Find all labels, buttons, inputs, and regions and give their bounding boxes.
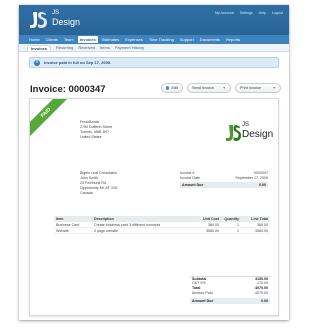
subtab-items[interactable]: Items (100, 45, 110, 50)
paid-ribbon: PAID (30, 99, 71, 138)
logo-text: JS Design (52, 10, 80, 27)
app-header: JS Design My Account Settings Help Logou… (19, 5, 289, 35)
tab-clients[interactable]: Clients (44, 36, 60, 43)
send-label: Send Invoice (192, 86, 214, 90)
main-nav: Home Clients Team Invoices Estimates Exp… (19, 35, 289, 44)
link-logout[interactable]: Logout (272, 11, 283, 15)
edit-button[interactable]: Edit (161, 83, 183, 93)
paid-notice: i Invoice paid in full on Sep 17, 2009. (29, 57, 279, 68)
table-row: Website 3 page website 3580.00 1 3580.00 (54, 228, 270, 234)
invoice-actions: Edit Send Invoice ▼ Print Invoice ▼ (161, 83, 281, 93)
tab-home[interactable]: Home (27, 36, 42, 43)
cell-item: Website (56, 229, 69, 233)
brand-text-small: JS (242, 122, 250, 128)
client-line: Canada (80, 191, 93, 195)
logo-text-big: Design (52, 17, 81, 27)
tab-support[interactable]: Support (178, 36, 196, 43)
edit-label: Edit (171, 86, 178, 90)
js-design-mark-icon (226, 125, 241, 141)
print-label: Print Invoice (240, 86, 261, 90)
invoice-date-label: Invoice Date (180, 176, 200, 180)
cell-quantity: 1 (237, 223, 239, 227)
amount-due-row: Amount Due 0.00 (180, 182, 268, 188)
totals-amount-due-label: Amount Due (192, 299, 214, 303)
subtab-received[interactable]: Received (78, 45, 95, 50)
chevron-down-icon: ▼ (222, 86, 226, 90)
send-invoice-button[interactable]: Send Invoice ▼ (187, 83, 231, 93)
cell-quantity: 1 (237, 229, 239, 233)
page-title: Invoice: 0000347 (30, 84, 106, 95)
amount-paid-row: Amount Paid -4070.00 (190, 291, 270, 296)
brand-text-big: Design (242, 129, 274, 140)
sender-line: United States (80, 135, 102, 139)
cell-description: 3 page website (94, 229, 119, 233)
logo-text-small: JS (52, 10, 60, 16)
amount-paid-value: -4070.00 (253, 291, 268, 295)
top-links: My Account Settings Help Logout (215, 11, 283, 15)
tab-estimates[interactable]: Estimates (100, 36, 122, 43)
tab-documents[interactable]: Documents (198, 36, 222, 43)
cell-unit-cost: 380.00 (208, 223, 219, 227)
print-invoice-button[interactable]: Print Invoice ▼ (235, 83, 281, 93)
cell-line-total: 3580.00 (255, 229, 268, 233)
info-icon: i (34, 59, 40, 66)
subtab-invoices[interactable]: Invoices (27, 44, 52, 51)
link-settings[interactable]: Settings (240, 11, 253, 15)
notice-message: Invoice paid in full on Sep 17, 2009. (44, 60, 112, 65)
tab-reports[interactable]: Reports (224, 36, 242, 43)
amount-due-label: Amount Due (182, 183, 204, 187)
amount-due-value: 0.00 (259, 183, 266, 187)
cell-item: Business Card (56, 223, 80, 227)
amount-paid-label: Amount Paid (192, 291, 213, 295)
sender-address: FreshBooks 2750 Dufferin Street Toronto,… (80, 120, 112, 140)
link-my-account[interactable]: My Account (215, 11, 234, 15)
client-address: Bigelo Leaf Chocolates John Smith 23 Fer… (80, 171, 118, 196)
tab-team[interactable]: Team (62, 36, 76, 43)
cell-line-total: 380.00 (257, 223, 268, 227)
app-window: JS Design My Account Settings Help Logou… (19, 5, 289, 320)
link-help[interactable]: Help (259, 11, 266, 15)
invoice-brand-logo: JS Design (225, 122, 273, 144)
invoice-date-value: September 17, 2009 (235, 176, 268, 180)
tab-expenses[interactable]: Expenses (123, 36, 145, 43)
sub-nav: Invoices Recurring Received Items Paymen… (19, 44, 289, 52)
invoice-document: PAID FreshBooks 2750 Dufferin Street Tor… (29, 98, 279, 316)
invoice-meta: Invoice # 0000347 Invoice Date September… (180, 171, 268, 188)
totals-amount-due-value: 0.00 (261, 299, 268, 303)
tab-time-tracking[interactable]: Time Tracking (147, 36, 176, 43)
tab-invoices[interactable]: Invoices (77, 36, 98, 43)
cell-description: Create business card 3 different concept… (94, 223, 161, 227)
invoice-date-row: Invoice Date September 17, 2009 (180, 176, 268, 181)
edit-icon (166, 86, 170, 90)
invoice-totals: Subtotal 4150.00 GST 5% 170.00 Total 407… (190, 276, 270, 304)
chevron-down-icon: ▼ (272, 86, 276, 90)
cell-unit-cost: 3580.00 (206, 229, 219, 233)
brand-text: JS Design (242, 122, 273, 140)
subtab-payment-history[interactable]: Payment History (115, 45, 144, 50)
line-items-table: Item Description Unit Cost Quantity Line… (54, 216, 270, 234)
subtab-recurring[interactable]: Recurring (56, 45, 73, 50)
totals-amount-due-row: Amount Due 0.00 (190, 298, 270, 304)
js-design-logo[interactable] (27, 9, 49, 31)
